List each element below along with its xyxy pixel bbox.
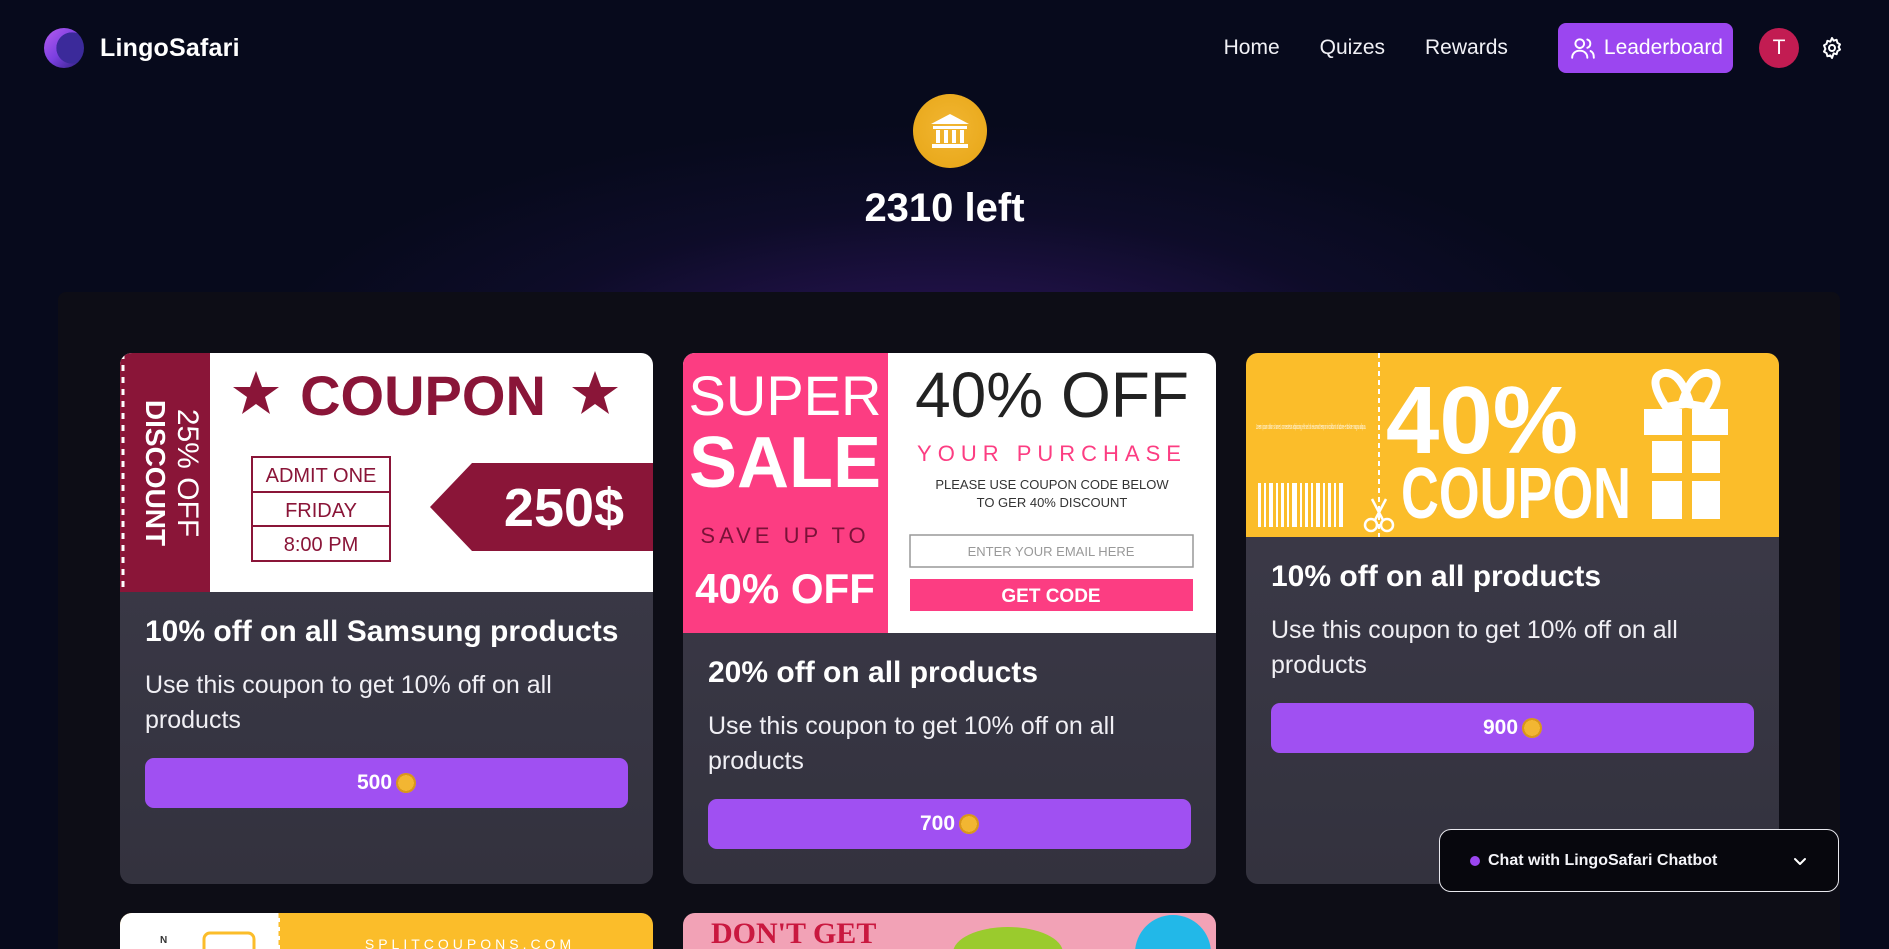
- reward-card: 25% OFF DISCOUNT COUPON ADMIT ONE FRIDAY…: [120, 353, 653, 884]
- reward-price: 700: [919, 812, 956, 835]
- online-status-dot: [1470, 855, 1480, 866]
- chatbot-label: Chat with LingoSafari Chatbot: [1488, 851, 1718, 869]
- reward-description: Use this coupon to get 10% off on all pr…: [145, 671, 552, 734]
- reward-title: 10% off on all Samsung products: [145, 615, 619, 648]
- coins-left-text: 2310 left: [864, 186, 1025, 230]
- nav-link-home[interactable]: Home: [1224, 36, 1280, 60]
- sale-line-2: TO GER 40% DISCOUNT: [977, 495, 1128, 510]
- user-avatar[interactable]: T: [1759, 28, 1799, 68]
- svg-text:N: N: [160, 935, 167, 946]
- coupon-row-3: 8:00 PM: [284, 534, 358, 556]
- app-logo-icon: [44, 28, 84, 68]
- coupon-amount: 250$: [504, 478, 624, 538]
- reward-title: 10% off on all products: [1271, 560, 1602, 593]
- reward-card: Lorem ipsum dolor sit amet, consectetur …: [1246, 353, 1779, 884]
- coupon-image: SUPER SALE SAVE UP TO 40% OFF 40% OFF YO…: [683, 353, 1216, 633]
- redeem-button[interactable]: 700: [708, 799, 1191, 849]
- coupon-illustration: 25% OFF DISCOUNT COUPON ADMIT ONE FRIDAY…: [120, 353, 653, 592]
- brand[interactable]: LingoSafari: [44, 28, 240, 68]
- reward-card-partial: N SPLITCOUPONS.COM: [120, 913, 653, 949]
- promo-image-partial: DON'T GET: [683, 913, 1216, 949]
- leaderboard-button[interactable]: Leaderboard: [1557, 23, 1733, 73]
- reward-card-partial: DON'T GET: [683, 913, 1216, 949]
- gift-icon: [1644, 368, 1728, 519]
- sale-email-placeholder: ENTER YOUR EMAIL HERE: [968, 544, 1135, 559]
- sale-headline: 40% OFF: [915, 359, 1189, 431]
- sale-sub: YOUR PURCHASE: [917, 441, 1187, 466]
- reward-description: Use this coupon to get 10% off on all pr…: [1271, 616, 1678, 679]
- nav-link-rewards[interactable]: Rewards: [1425, 36, 1508, 60]
- users-icon: [1571, 38, 1595, 59]
- sale-line-1: PLEASE USE COUPON CODE BELOW: [935, 477, 1169, 492]
- nav-links: Home Quizes Rewards Leaderboard T: [1184, 23, 1845, 73]
- sale-save: SAVE UP TO: [700, 523, 869, 548]
- top-navbar: LingoSafari Home Quizes Rewards Leaderbo…: [0, 0, 1889, 96]
- sale-cta: GET CODE: [1001, 586, 1100, 607]
- sale-illustration: SUPER SALE SAVE UP TO 40% OFF 40% OFF YO…: [683, 353, 1216, 633]
- coupon-image: 25% OFF DISCOUNT COUPON ADMIT ONE FRIDAY…: [120, 353, 653, 592]
- redeem-button[interactable]: 900: [1271, 703, 1754, 753]
- settings-button[interactable]: [1819, 35, 1845, 61]
- yellow-coupon-illustration: Lorem ipsum dolor sit amet, consectetur …: [1246, 353, 1779, 537]
- coupon-image-partial: N SPLITCOUPONS.COM: [120, 913, 653, 949]
- coupon-image: Lorem ipsum dolor sit amet, consectetur …: [1246, 353, 1779, 537]
- reward-price: 900: [1482, 716, 1519, 739]
- chatbot-widget[interactable]: Chat with LingoSafari Chatbot: [1439, 829, 1839, 892]
- coupon-heading: COUPON: [300, 364, 546, 427]
- app-name: LingoSafari: [100, 33, 240, 62]
- reward-card: SUPER SALE SAVE UP TO 40% OFF 40% OFF YO…: [683, 353, 1216, 884]
- reward-price: 500: [356, 771, 393, 794]
- coupon-side-top: 25% OFF: [171, 409, 204, 537]
- gear-icon: [1823, 37, 1841, 59]
- sale-save-pct: 40% OFF: [695, 565, 875, 612]
- coin-icon: [959, 814, 980, 834]
- coin-icon: [396, 773, 417, 793]
- coin-balance-icon: [913, 94, 987, 168]
- coin-icon: [1522, 718, 1543, 738]
- fine-print: Lorem ipsum dolor sit amet, consectetur …: [1256, 424, 1366, 431]
- coupon-side-bottom: DISCOUNT: [140, 400, 171, 546]
- nav-link-quizes[interactable]: Quizes: [1320, 36, 1385, 60]
- partial-card-text: DON'T GET: [711, 917, 876, 949]
- reward-title: 20% off on all products: [708, 656, 1039, 689]
- barcode-icon: [1258, 483, 1343, 527]
- partial-card-text: SPLITCOUPONS.COM: [365, 936, 575, 949]
- chevron-down-icon[interactable]: [1792, 853, 1808, 869]
- sale-word: SALE: [689, 423, 881, 503]
- redeem-button[interactable]: 500: [145, 758, 628, 808]
- coupon-row-2: FRIDAY: [285, 500, 357, 522]
- coupon-word: COUPON: [1401, 454, 1631, 534]
- leaderboard-label: Leaderboard: [1603, 36, 1723, 59]
- bank-icon: [931, 114, 969, 148]
- reward-description: Use this coupon to get 10% off on all pr…: [708, 712, 1115, 775]
- coupon-row-1: ADMIT ONE: [266, 465, 377, 487]
- sale-super: SUPER: [689, 364, 882, 427]
